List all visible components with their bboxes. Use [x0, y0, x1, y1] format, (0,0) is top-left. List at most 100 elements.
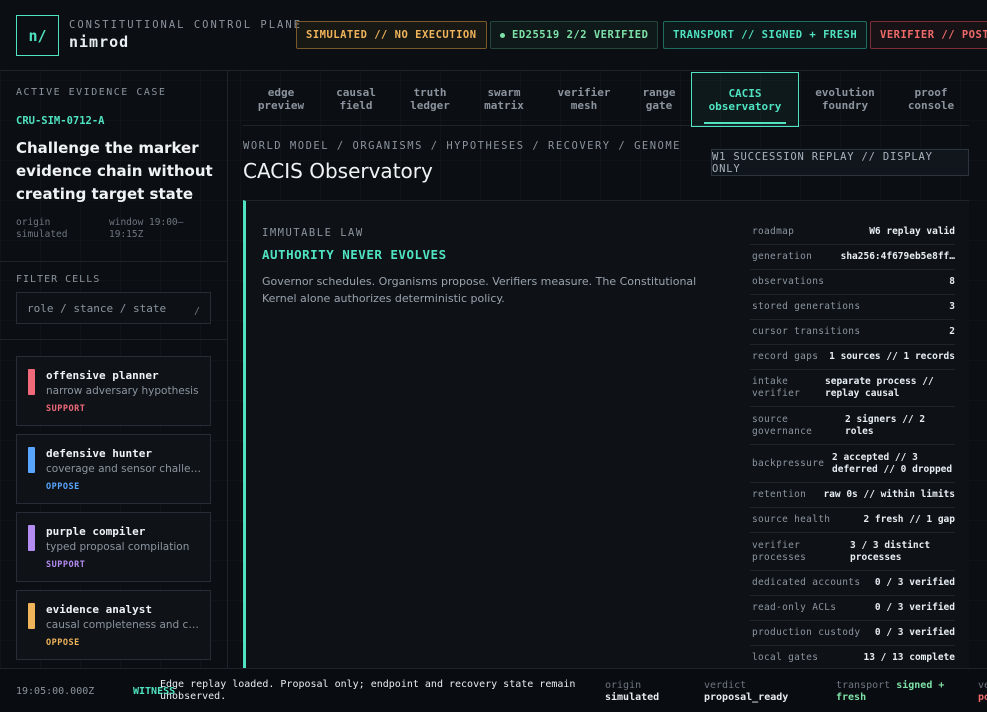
fact-row: generation sha256:4f679eb5e8ff… [750, 245, 955, 270]
transport-status-badge: TRANSPORT // SIGNED + FRESH [663, 21, 868, 49]
fact-row: verifier processes 3 / 3 distinct proces… [750, 533, 955, 571]
fact-row: dedicated accounts 0 / 3 verified [750, 571, 955, 596]
sidebar-divider [0, 261, 228, 262]
tab-truth-ledger[interactable]: truth ledger [405, 86, 455, 112]
fact-row: production custody 0 / 3 verified [750, 621, 955, 646]
fact-value: 3 / 3 distinct processes [850, 539, 931, 563]
evidence-sidebar: ACTIVE EVIDENCE CASE CRU-SIM-0712-A Chal… [0, 71, 228, 668]
filter-cells-input[interactable]: role / stance / state / [16, 292, 211, 324]
fact-value: 8 [949, 276, 955, 287]
cell-stance: OPPOSE [46, 638, 80, 648]
status-field-label: verdict [704, 680, 747, 691]
status-verdict: verdict proposal_ready [704, 680, 788, 704]
fact-value: 2 [949, 326, 955, 337]
app-logo[interactable]: n/ [16, 15, 59, 56]
fact-value: sha256:4f679eb5e8ff… [840, 251, 955, 262]
fact-row: backpressure 2 accepted // 3 deferred //… [750, 445, 955, 483]
tab-label: ledger [410, 99, 450, 112]
fact-key: roadmap [752, 225, 795, 237]
tab-cacis-observatory[interactable]: CACIS observatory [691, 72, 799, 127]
status-field-value: proposal_ready [704, 692, 789, 703]
cell-card-purple-compiler[interactable]: purple compiler typed proposal compilati… [16, 512, 211, 582]
fact-row: source health 2 fresh // 1 gap [750, 508, 955, 533]
tab-label: matrix [484, 99, 524, 112]
fact-value: 2 signers // 2 roles [845, 413, 926, 437]
cell-card-offensive-planner[interactable]: offensive planner narrow adversary hypot… [16, 356, 211, 426]
sidebar-kicker: ACTIVE EVIDENCE CASE [16, 87, 167, 98]
replay-mode-badge: W1 SUCCESSION REPLAY // DISPLAY ONLY [711, 149, 969, 176]
tab-label: proof [914, 86, 948, 99]
app-name: nimrod [69, 33, 130, 51]
fact-row: roadmap W6 replay valid [750, 219, 955, 245]
facts-list: roadmap W6 replay valid generation sha25… [750, 219, 955, 671]
tab-label: swarm [487, 86, 521, 99]
fact-value: 0 / 3 verified [874, 602, 955, 613]
law-kicker: IMMUTABLE LAW [262, 227, 364, 239]
signature-status-label: ED25519 2/2 VERIFIED [512, 29, 649, 41]
tab-verifier-mesh[interactable]: verifier mesh [551, 86, 617, 112]
cell-card-evidence-analyst[interactable]: evidence analyst causal completeness and… [16, 590, 211, 660]
filter-shortcut-hint: / [193, 305, 200, 317]
tab-label: preview [257, 99, 305, 112]
fact-key: backpressure [752, 457, 825, 469]
fact-row: intake verifier separate process // repl… [750, 370, 955, 407]
filter-placeholder: role / stance / state [27, 301, 167, 315]
status-field-label: origin [605, 680, 642, 691]
fact-row: read-only ACLs 0 / 3 verified [750, 596, 955, 621]
fact-row: stored generations 3 [750, 295, 955, 320]
status-verifier: ve po [978, 680, 987, 704]
tab-label: verifier [557, 86, 611, 99]
tab-evolution-foundry[interactable]: evolution foundry [809, 86, 881, 112]
tab-proof-console[interactable]: proof console [903, 86, 959, 112]
fact-value: separate process // replay causal [825, 376, 934, 399]
fact-value: 0 / 3 verified [874, 627, 955, 638]
law-description: Governor schedules. Organisms propose. V… [262, 275, 697, 305]
case-id: CRU-SIM-0712-A [16, 115, 105, 127]
cell-title: evidence analyst [46, 603, 152, 616]
fact-key: verifier processes [752, 539, 807, 563]
fact-key: source health [752, 514, 831, 525]
status-bar: 19:05:00.000Z WITNESS Edge replay loaded… [0, 668, 987, 712]
tab-causal-field[interactable]: causal field [331, 86, 381, 112]
cell-card-defensive-hunter[interactable]: defensive hunter coverage and sensor cha… [16, 434, 211, 504]
fact-key: intake verifier [752, 376, 801, 399]
fact-key: observations [752, 276, 825, 287]
stance-color-bar [28, 369, 35, 395]
fact-value: 3 [949, 301, 955, 312]
fact-value: raw 0s // within limits [823, 489, 955, 500]
tab-label: truth [413, 86, 447, 99]
status-timestamp: 19:05:00.000Z [16, 686, 95, 697]
tab-label: field [339, 99, 373, 112]
fact-row: observations 8 [750, 270, 955, 295]
tab-swarm-matrix[interactable]: swarm matrix [479, 86, 529, 112]
status-field-label: ve [978, 680, 987, 691]
fact-value: W6 replay valid [869, 225, 955, 237]
fact-row: record gaps 1 sources // 1 records [750, 345, 955, 370]
cell-title: purple compiler [46, 525, 146, 538]
verifier-status-label: VERIFIER // POST- [880, 29, 987, 41]
stance-color-bar [28, 603, 35, 629]
case-title: Challenge the marker evidence chain with… [16, 139, 213, 203]
fact-key: source governance [752, 413, 813, 437]
cell-subtitle: coverage and sensor challenge [46, 463, 204, 475]
status-message: Edge replay loaded. Proposal only; endpo… [160, 679, 576, 702]
cell-title: defensive hunter [46, 447, 152, 460]
signature-status-badge: ED25519 2/2 VERIFIED [490, 21, 659, 49]
fact-key: generation [752, 251, 813, 262]
transport-status-label: TRANSPORT // SIGNED + FRESH [673, 29, 858, 41]
fact-key: production custody [752, 627, 861, 638]
sidebar-divider [0, 339, 228, 340]
fact-key: retention [752, 489, 807, 500]
tab-range-gate[interactable]: range gate [636, 86, 682, 112]
page-title: CACIS Observatory [243, 159, 433, 183]
tab-edge-preview[interactable]: edge preview [256, 86, 306, 112]
fact-row: cursor transitions 2 [750, 320, 955, 345]
simulated-status-badge: SIMULATED // NO EXECUTION [296, 21, 487, 49]
filter-label: FILTER CELLS [16, 274, 101, 285]
fact-key: local gates [752, 652, 819, 663]
tab-label: edge [267, 86, 295, 99]
status-origin: origin simulated [605, 680, 659, 704]
fact-value: 2 accepted // 3 deferred // 0 dropped [832, 451, 953, 475]
brand-kicker: CONSTITUTIONAL CONTROL PLANE [69, 19, 303, 31]
fact-value: 13 / 13 complete [863, 652, 955, 663]
